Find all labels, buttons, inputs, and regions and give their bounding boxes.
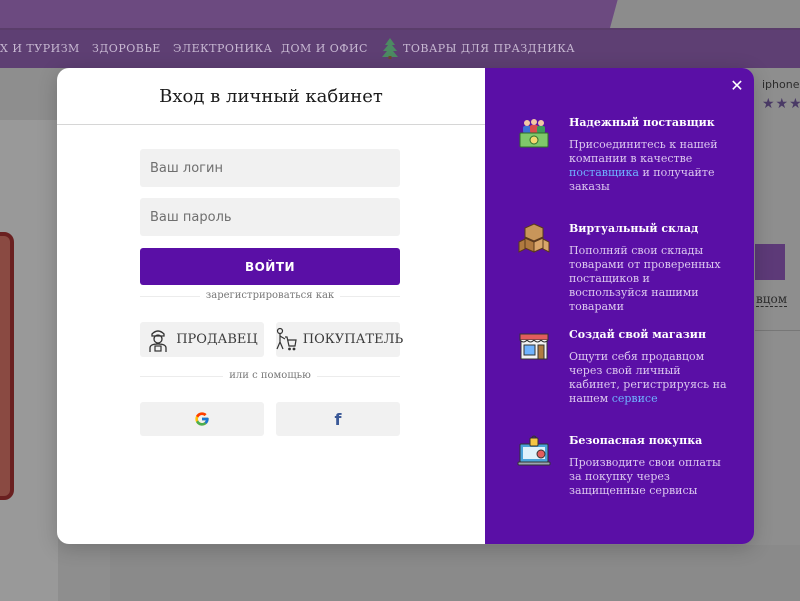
header-right-area — [610, 0, 800, 28]
feature-title: Виртуальный склад — [569, 222, 699, 235]
product-image-phone — [0, 232, 14, 500]
facebook-icon: f — [334, 409, 342, 429]
register-buyer-button[interactable]: ПОКУПАТЕЛЬ — [276, 322, 404, 357]
rating-stars: ★★★ — [762, 96, 800, 112]
login-input[interactable] — [140, 149, 400, 187]
warehouse-boxes-icon — [518, 223, 550, 253]
buyer-label: ПОКУПАТЕЛЬ — [302, 332, 404, 347]
secure-purchase-icon — [517, 435, 551, 466]
seller-label: ПРОДАВЕЦ — [176, 332, 258, 347]
register-as-text: зарегистрироваться как — [199, 290, 341, 301]
close-icon[interactable]: ✕ — [729, 78, 745, 94]
social-separator: или с помощью — [140, 370, 400, 381]
google-login-button[interactable] — [140, 402, 264, 436]
nav-item-electronics[interactable]: ЭЛЕКТРОНИКА — [173, 42, 272, 55]
modal-title: Вход в личный кабинет — [159, 86, 383, 107]
nav-item-health[interactable]: ЗДОРОВЬЕ — [92, 42, 161, 55]
divider — [755, 330, 800, 331]
nav-item-tourism[interactable]: Х И ТУРИЗМ — [0, 42, 80, 55]
product-link[interactable]: вцом — [756, 292, 788, 307]
login-button[interactable]: ВОЙТИ — [140, 248, 400, 285]
service-link[interactable]: сервисе — [612, 392, 658, 405]
shop-icon — [519, 333, 549, 360]
register-as-separator: зарегистрироваться как — [140, 290, 400, 301]
feature-description: Производите свои оплаты за покупку через… — [569, 456, 721, 497]
buyer-cart-icon — [276, 327, 297, 350]
or-with-text: или с помощью — [223, 370, 317, 381]
title-divider — [57, 124, 485, 125]
feature-description: Присоединитесь к нашей компании в качест… — [569, 138, 729, 194]
christmas-tree-icon — [382, 38, 398, 59]
supplier-link[interactable]: поставщика — [569, 166, 639, 179]
facebook-login-button[interactable]: f — [276, 402, 400, 436]
feature-desc-text: Присоединитесь к нашей компании в качест… — [569, 138, 718, 165]
feature-description: Ощути себя продавцом через свой личный к… — [569, 350, 729, 406]
feature-description: Пополняй свои склады товарами от провере… — [569, 244, 721, 313]
seller-icon — [149, 329, 167, 352]
supplier-icon — [519, 119, 549, 148]
nav-item-holiday-goods[interactable]: ТОВАРЫ ДЛЯ ПРАЗДНИКА — [403, 42, 575, 55]
google-icon — [195, 412, 209, 426]
login-modal: Вход в личный кабинет ВОЙТИ зарегистриро… — [57, 68, 754, 544]
product-action-button[interactable] — [755, 244, 785, 280]
register-seller-button[interactable]: ПРОДАВЕЦ — [140, 322, 264, 357]
feature-title: Надежный поставщик — [569, 116, 715, 129]
password-input[interactable] — [140, 198, 400, 236]
header-band — [0, 0, 640, 28]
benefits-panel: ✕ Надежный поставщик Присоединитесь к на… — [485, 68, 754, 544]
feature-title: Безопасная покупка — [569, 434, 703, 447]
product-name: iphone — [762, 78, 800, 91]
bottom-content-area — [110, 545, 800, 601]
login-form-panel: Вход в личный кабинет ВОЙТИ зарегистриро… — [57, 68, 485, 544]
feature-title: Создай свой магазин — [569, 328, 707, 341]
nav-item-home-office[interactable]: ДОМ И ОФИС — [281, 42, 368, 55]
